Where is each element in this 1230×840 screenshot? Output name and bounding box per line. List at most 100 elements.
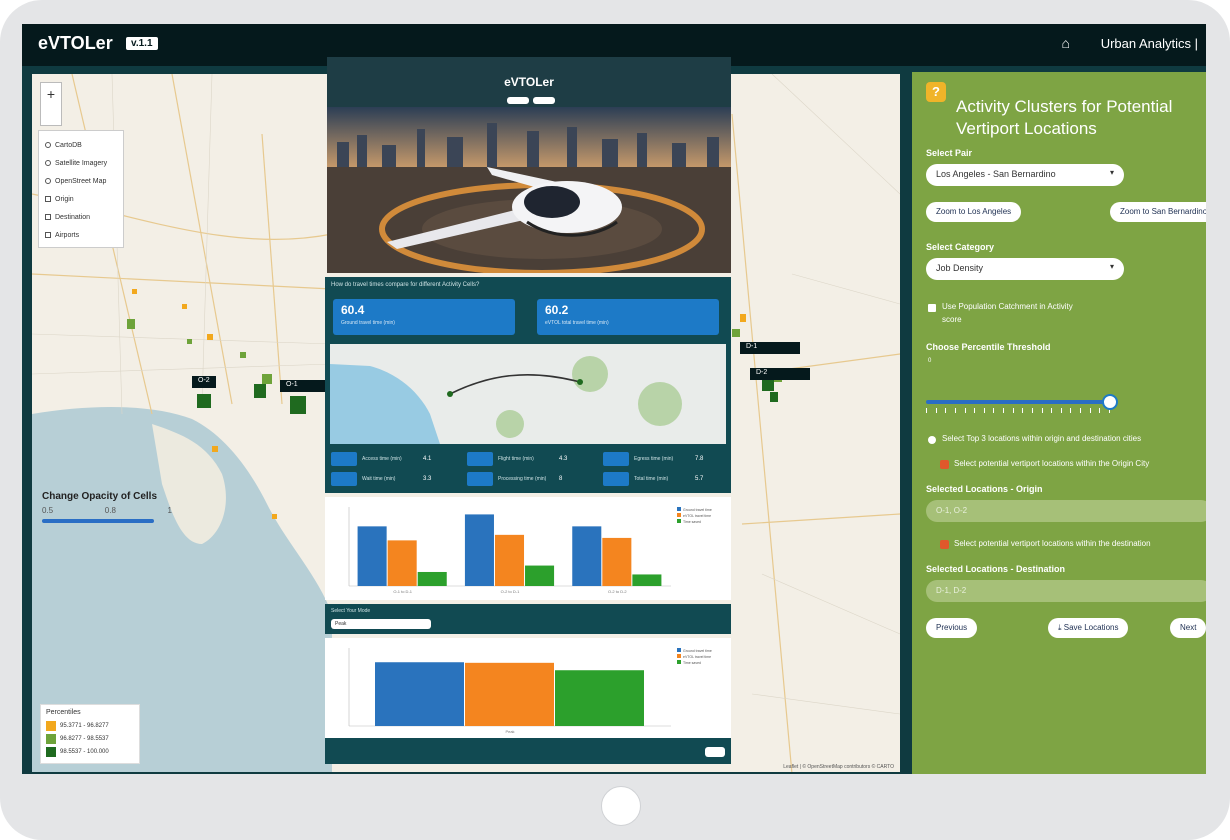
stat-label: Egress time (min) [634,456,674,462]
bar-2-0 [572,526,602,586]
panel-title: Activity Clusters for Potential Vertipor… [956,96,1206,140]
layer-option-osm[interactable]: OpenStreet Map [45,172,117,190]
top-locations-radio[interactable] [928,436,936,444]
save-locations-button[interactable]: ⤓ Save Locations [1048,618,1129,638]
population-checkbox-label-2: score [942,315,962,324]
map-attribution[interactable]: Leaflet | © OpenStreetMap contributors ©… [783,764,894,770]
hero-button-learn[interactable] [533,97,555,104]
hero-button-start[interactable] [507,97,529,104]
caret-down-icon: ▾ [1109,168,1114,177]
kpi-label: Ground travel time (min) [341,320,395,326]
legend-swatch [677,519,681,523]
zoom-in-button[interactable]: + [40,82,62,126]
panel-title-line-1: Activity Clusters for Potential [956,97,1173,116]
checkbox-icon [45,232,51,238]
top-locations-label: Select Top 3 locations within origin and… [942,434,1142,443]
destination-warning-text: Select potential vertiport locations wit… [954,539,1151,548]
destination-locations-field[interactable]: D-1, D-2 [926,580,1206,602]
home-icon[interactable]: ⌂ [1062,35,1070,51]
x-tick-label: Peak [505,729,514,734]
layer-control: CartoDB Satellite Imagery OpenStreet Map… [38,130,124,248]
kpi-value: 60.2 [545,303,569,317]
stat-label: Wait time (min) [362,476,396,482]
legend-swatch [677,648,681,652]
origin-locations-field[interactable]: O-1, O-2 [926,500,1206,522]
bus-icon [331,452,357,466]
dashboard-header: How do travel times compare for differen… [331,282,480,288]
opacity-max: 1 [167,506,172,515]
bar-2-1 [602,537,632,586]
population-checkbox-label: Use Population Catchment in Activity [942,302,1073,311]
aircraft-icon [467,472,493,486]
time-breakdown: Access time (min) 4.1 Flight time (min) 4.… [331,451,727,489]
opacity-title: Change Opacity of Cells [42,491,158,502]
caret-down-icon: ▾ [1109,262,1114,271]
device-home-button[interactable] [601,786,641,826]
select-category-value: Job Density [936,263,984,273]
legend-swatch [46,733,56,744]
question-icon[interactable]: ? [926,82,946,102]
stat-processing: Processing time (min) 8 [467,471,587,487]
next-button[interactable]: Next [1170,618,1206,638]
legend-swatch [677,507,681,511]
stat-label: Processing time (min) [498,476,547,482]
bar-1-1 [494,534,525,586]
mode-select[interactable]: Peak [331,619,431,629]
x-tick-label: O-1 to D-1 [393,589,412,594]
mode-bar-chart: Peak Ground travel time eVTOL travel time T… [325,638,731,738]
layer-option-cartodb[interactable]: CartoDB [45,136,117,154]
layer-option-destination[interactable]: Destination [45,208,117,226]
stat-label: Flight time (min) [498,456,534,462]
app-brand[interactable]: eVTOLer [38,33,113,54]
tablet-frame: eVTOLer v.1.1 ⌂ Urban Analytics | + Cart… [0,0,1230,840]
population-checkbox[interactable] [928,304,936,312]
opacity-min: 0.5 [42,506,54,515]
percentile-slider-handle[interactable] [1102,394,1118,410]
legend-swatch [677,660,681,664]
opacity-control: Change Opacity of Cells 0.5 0.8 1 [42,491,172,523]
select-category-label: Select Category [926,242,995,252]
map-label-destination-2[interactable]: D-2 [750,368,810,380]
bar-1-2 [525,565,555,586]
opacity-slider[interactable] [42,519,154,523]
layer-option-origin[interactable]: Origin [45,190,117,208]
zoom-destination-button[interactable]: Zoom to San Bernardino [1110,202,1206,222]
bar-0-2 [555,670,644,726]
layer-label: CartoDB [55,141,82,149]
stat-value: 5.7 [695,476,704,482]
layer-option-satellite[interactable]: Satellite Imagery [45,154,117,172]
chart-1-svg: O-1 to D-1 O-2 to D-1 O-2 to D-2 Ground tra… [348,507,712,594]
previous-button[interactable]: Previous [926,618,978,638]
stat-access: Access time (min) 4.1 [331,451,451,467]
percentile-slider[interactable] [926,400,1110,404]
map-label-origin-1[interactable]: O-1 [280,380,330,392]
next-chart-button[interactable] [705,747,725,757]
select-category-dropdown[interactable]: Job Density ▾ [926,258,1124,280]
control-panel: ? Activity Clusters for Potential Vertip… [912,72,1206,774]
kpi-ground-time: 60.4 Ground travel time (min) [333,299,515,335]
stat-total: Total time (min) 5.7 [603,471,723,487]
layer-option-airports[interactable]: Airports [45,226,117,244]
bar-0-0 [357,526,387,586]
legend-label: Ground travel time [683,508,712,512]
route-mini-map[interactable] [330,344,726,444]
checkbox-icon [45,214,51,220]
legend-swatch [677,513,681,517]
stat-value: 8 [559,476,563,482]
map-label-origin-2[interactable]: O-2 [192,376,216,388]
travel-time-dashboard: How do travel times compare for differen… [325,277,731,493]
select-pair-dropdown[interactable]: Los Angeles - San Bernardino ▾ [926,164,1124,186]
stat-value: 7.8 [695,456,704,462]
opacity-value: 0.8 [104,506,116,515]
map-label-destination-1[interactable]: D-1 [740,342,800,354]
zoom-origin-button[interactable]: Zoom to Los Angeles [926,202,1022,222]
legend-swatch [677,654,681,658]
car-icon [603,452,629,466]
kpi-value: 60.4 [341,303,365,317]
pin-icon [940,460,949,469]
nav-link-urban-analytics[interactable]: Urban Analytics | [1101,36,1198,51]
legend-label: 98.5537 - 100.000 [60,748,109,755]
stat-egress: Egress time (min) 7.8 [603,451,723,467]
select-pair-label: Select Pair [926,148,973,158]
app-screen: eVTOLer v.1.1 ⌂ Urban Analytics | + Cart… [22,24,1206,774]
